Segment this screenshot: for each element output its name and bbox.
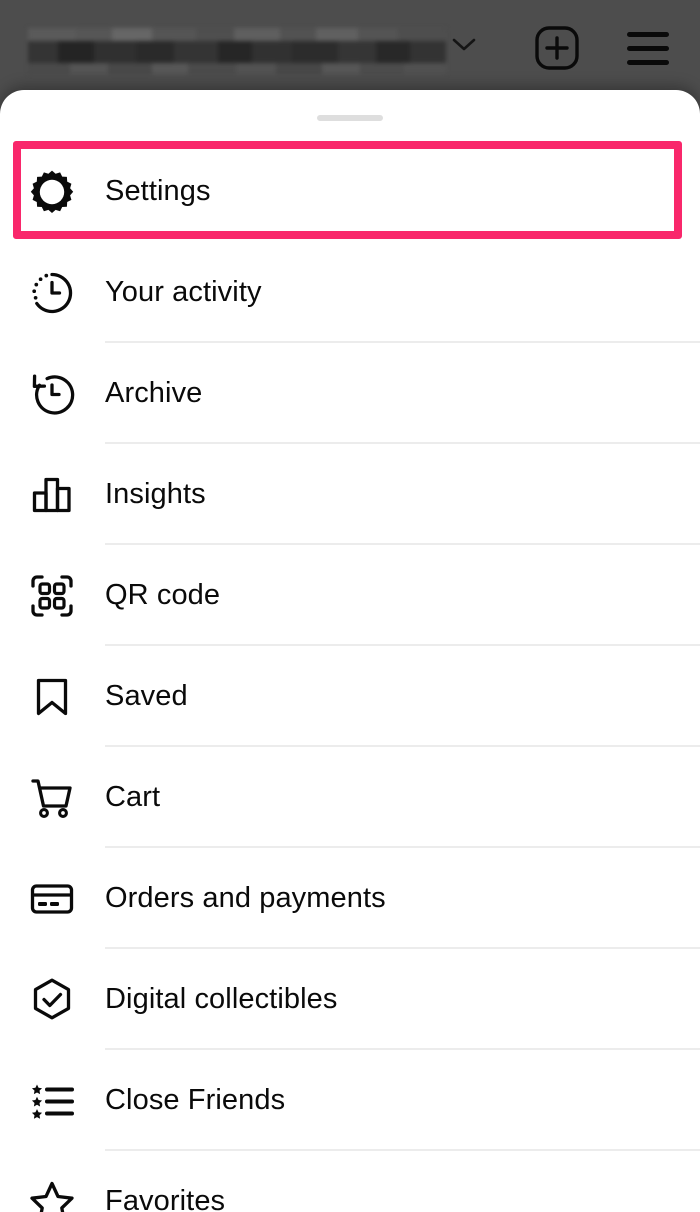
shopping-cart-icon	[28, 774, 76, 822]
menu-item-qr-code[interactable]: QR code	[0, 545, 700, 646]
menu-item-your-activity[interactable]: Your activity	[0, 242, 700, 343]
menu-list: Settings Your activity Archive Insights …	[0, 141, 700, 1212]
menu-item-favorites[interactable]: Favorites	[0, 1151, 700, 1212]
hamburger-menu-icon	[627, 31, 669, 65]
plus-square-icon	[535, 26, 579, 70]
menu-item-digital-collectibles[interactable]: Digital collectibles	[0, 949, 700, 1050]
menu-item-insights[interactable]: Insights	[0, 444, 700, 545]
bar-chart-icon	[28, 471, 76, 519]
side-menu-sheet: Settings Your activity Archive Insights …	[0, 90, 700, 1212]
sheet-drag-handle[interactable]	[317, 115, 383, 121]
app-root: Settings Your activity Archive Insights …	[0, 0, 700, 1212]
credit-card-icon	[28, 875, 76, 923]
star-list-icon	[28, 1077, 76, 1125]
menu-item-label: Settings	[105, 175, 211, 207]
chevron-down-icon[interactable]	[452, 38, 476, 52]
qr-code-icon	[28, 572, 76, 620]
menu-item-archive[interactable]: Archive	[0, 343, 700, 444]
menu-item-label: Orders and payments	[105, 882, 386, 914]
gear-icon	[28, 168, 76, 216]
menu-item-cart[interactable]: Cart	[0, 747, 700, 848]
menu-item-label: Cart	[105, 781, 161, 813]
menu-item-label: Close Friends	[105, 1084, 286, 1116]
menu-item-label: Your activity	[105, 276, 262, 308]
add-new-button[interactable]	[533, 24, 581, 72]
username-text	[28, 26, 446, 74]
menu-item-label: Insights	[105, 478, 206, 510]
star-icon	[28, 1178, 76, 1212]
bookmark-icon	[28, 673, 76, 721]
top-bar	[0, 0, 700, 95]
menu-item-label: Digital collectibles	[105, 983, 338, 1015]
menu-item-label: QR code	[105, 579, 221, 611]
menu-item-saved[interactable]: Saved	[0, 646, 700, 747]
menu-item-orders-and-payments[interactable]: Orders and payments	[0, 848, 700, 949]
username-selector[interactable]	[28, 26, 446, 74]
menu-item-settings[interactable]: Settings	[0, 141, 700, 242]
archive-clock-icon	[28, 370, 76, 418]
menu-item-close-friends[interactable]: Close Friends	[0, 1050, 700, 1151]
menu-item-label: Favorites	[105, 1185, 226, 1212]
activity-clock-icon	[28, 269, 76, 317]
menu-item-label: Saved	[105, 680, 188, 712]
hamburger-menu-button[interactable]	[624, 24, 672, 72]
menu-item-label: Archive	[105, 377, 203, 409]
hexagon-check-icon	[28, 976, 76, 1024]
